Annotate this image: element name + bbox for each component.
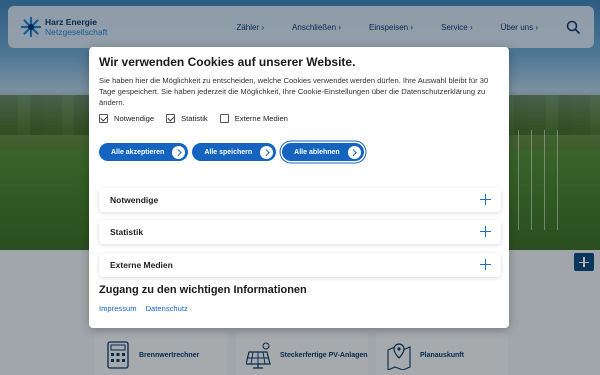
- accordion-label: Externe Medien: [110, 260, 173, 270]
- cookie-consent-dialog: Wir verwenden Cookies auf unserer Websit…: [89, 47, 509, 328]
- impressum-link[interactable]: Impressum: [99, 304, 137, 313]
- dialog-description: Sie haben hier die Möglichkeit zu entsch…: [99, 76, 489, 107]
- checkbox-notwendige[interactable]: Notwendige: [99, 114, 154, 123]
- plus-icon[interactable]: [480, 194, 491, 205]
- arrow-right-icon: [347, 145, 361, 159]
- checkbox-checked-icon[interactable]: [99, 114, 108, 123]
- checkbox-checked-icon[interactable]: [166, 114, 176, 123]
- legal-links: Impressum Datenschutz: [99, 304, 197, 313]
- checkbox-unchecked-icon[interactable]: [219, 114, 229, 123]
- dialog-title: Wir verwenden Cookies auf unserer Websit…: [99, 55, 356, 69]
- save-all-button[interactable]: Alle speichern: [192, 143, 277, 161]
- plus-icon[interactable]: [480, 259, 491, 270]
- accordion-label: Statistik: [110, 227, 144, 237]
- datenschutz-link[interactable]: Datenschutz: [146, 304, 188, 313]
- checkbox-label: Notwendige: [114, 114, 155, 123]
- checkbox-statistik[interactable]: Statistik: [166, 114, 208, 123]
- arrow-right-icon: [260, 145, 274, 159]
- consent-buttons: Alle akzeptieren Alle speichern Alle abl…: [99, 143, 368, 161]
- checkbox-externe-medien[interactable]: Externe Medien: [219, 114, 288, 123]
- plus-icon[interactable]: [480, 226, 491, 237]
- accordion-label: Notwendige: [110, 195, 159, 205]
- accordion-notwendige[interactable]: Notwendige: [99, 188, 501, 212]
- accordion-statistik[interactable]: Statistik: [99, 220, 501, 244]
- checkbox-label: Externe Medien: [234, 114, 288, 123]
- checkbox-label: Statistik: [181, 114, 208, 123]
- accordion-externe-medien[interactable]: Externe Medien: [99, 253, 501, 277]
- arrow-right-icon: [172, 145, 186, 159]
- accept-all-button[interactable]: Alle akzeptieren: [99, 143, 189, 161]
- reject-all-button[interactable]: Alle ablehnen: [282, 143, 364, 161]
- cookie-checkbox-group: Notwendige Statistik Externe Medien: [99, 114, 300, 123]
- info-heading: Zugang zu den wichtigen Informationen: [99, 284, 307, 296]
